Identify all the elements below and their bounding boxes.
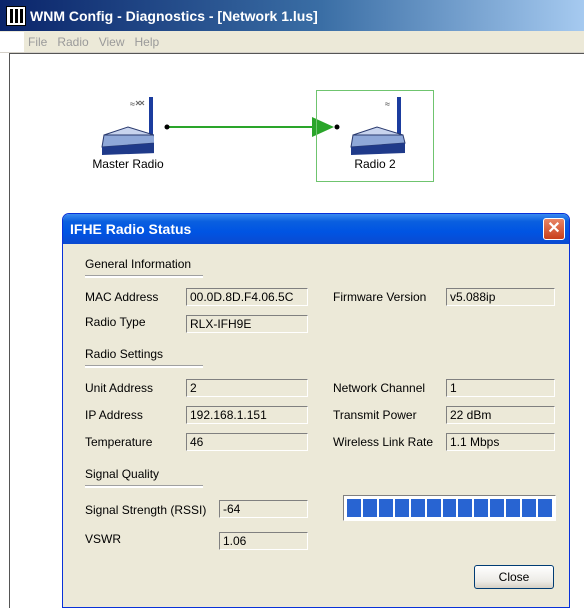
wireless-link-rate-field: 1.1 Mbps xyxy=(446,433,555,451)
signal-strength-field: -64 xyxy=(219,500,308,518)
node-radio-2[interactable]: ≈ ≈ Radio 2 xyxy=(316,90,434,182)
unit-address-field: 2 xyxy=(186,379,308,397)
network-channel-label: Network Channel xyxy=(333,381,426,395)
node-label-radio-2: Radio 2 xyxy=(354,157,396,171)
dialog-title: IFHE Radio Status xyxy=(70,221,192,237)
transmit-power-label: Transmit Power xyxy=(333,408,417,422)
signal-meter-segment xyxy=(378,499,393,517)
signal-meter-segment xyxy=(538,499,552,517)
mac-address-label: MAC Address xyxy=(85,290,159,304)
dialog-title-bar[interactable]: IFHE Radio Status ✕ xyxy=(63,214,569,244)
signal-strength-meter xyxy=(343,495,556,521)
signal-meter-segment xyxy=(362,499,377,517)
close-button[interactable]: Close xyxy=(474,565,554,589)
ip-address-field: 192.168.1.151 xyxy=(186,406,308,424)
signal-meter-segment xyxy=(442,499,457,517)
transmit-power-field: 22 dBm xyxy=(446,406,555,424)
unit-address-label: Unit Address xyxy=(85,381,154,395)
temperature-label: Temperature xyxy=(85,435,153,449)
radio-type-label: Radio Type xyxy=(85,315,146,329)
vswr-label: VSWR xyxy=(85,532,121,546)
firmware-version-field: v5.088ip xyxy=(446,288,555,306)
section-radio-settings: Radio Settings xyxy=(85,347,204,368)
signal-meter-segment xyxy=(490,499,505,517)
close-icon[interactable]: ✕ xyxy=(543,218,565,240)
svg-text:≈: ≈ xyxy=(130,99,135,109)
signal-meter-segment xyxy=(347,499,361,517)
signal-meter-segment xyxy=(506,499,521,517)
signal-meter-segment xyxy=(410,499,425,517)
radio-status-dialog: IFHE Radio Status ✕ General Information … xyxy=(62,213,570,608)
node-master-radio[interactable]: ≈ ≈ Master Radio xyxy=(78,95,178,180)
vswr-field: 1.06 xyxy=(219,532,308,550)
mac-address-field: 00.0D.8D.F4.06.5C xyxy=(186,288,308,306)
section-general-information: General Information xyxy=(85,257,204,278)
radio-device-icon: ≈ ≈ xyxy=(101,97,154,155)
temperature-field: 46 xyxy=(186,433,308,451)
wireless-link-rate-label: Wireless Link Rate xyxy=(333,435,434,449)
network-channel-field: 1 xyxy=(446,379,555,397)
signal-meter-segment xyxy=(458,499,473,517)
radio-type-field: RLX-IFH9E xyxy=(186,315,308,333)
firmware-version-label: Firmware Version xyxy=(333,290,427,304)
section-signal-quality: Signal Quality xyxy=(85,467,204,488)
signal-meter-segment xyxy=(426,499,441,517)
signal-meter-segment xyxy=(522,499,537,517)
signal-strength-label: Signal Strength (RSSI) xyxy=(85,503,207,517)
svg-text:≈: ≈ xyxy=(385,99,390,109)
signal-meter-segment xyxy=(474,499,489,517)
radio-device-icon: ≈ ≈ xyxy=(350,97,406,155)
signal-meter-segment xyxy=(394,499,409,517)
ip-address-label: IP Address xyxy=(85,408,143,422)
node-label-master-radio: Master Radio xyxy=(92,157,164,171)
